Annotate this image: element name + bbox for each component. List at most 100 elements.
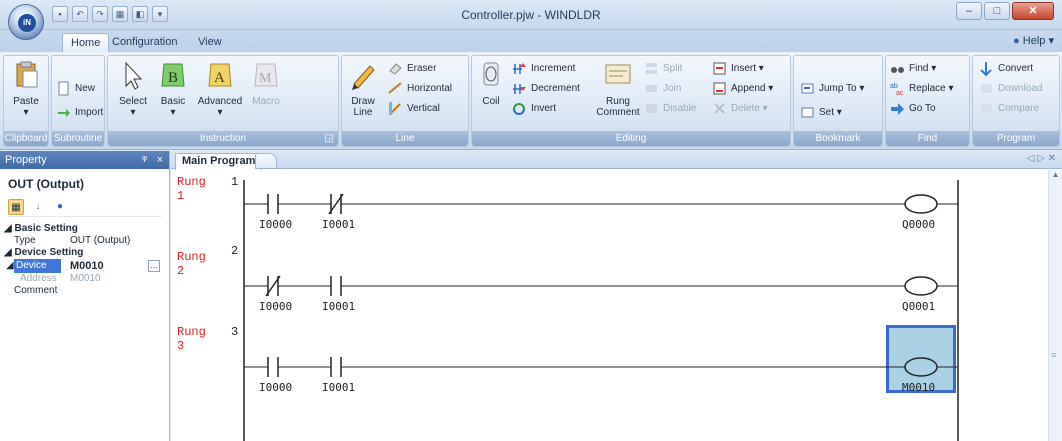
new-page-icon	[58, 81, 69, 96]
type-row: Type OUT (Output)	[14, 235, 131, 246]
advanced-button[interactable]: A Advanced ▾	[196, 60, 244, 118]
compare-icon	[981, 104, 992, 113]
coil-button[interactable]: Coil	[476, 60, 506, 107]
contact-label[interactable]: I0000	[259, 218, 292, 231]
group-title: Subroutine	[52, 131, 104, 146]
alphabetical-sort-icon[interactable]: ↓	[30, 199, 46, 215]
eraser-button[interactable]: Eraser	[388, 60, 436, 77]
download-button[interactable]: Download	[979, 80, 1042, 97]
svg-text:ac: ac	[896, 90, 904, 96]
contact-label[interactable]: I0001	[322, 218, 355, 231]
set-bookmark-button[interactable]: Set ▾	[800, 104, 842, 121]
svg-text:B: B	[168, 70, 178, 86]
tab-home[interactable]: Home	[62, 33, 110, 52]
jump-to-button[interactable]: Jump To ▾	[800, 80, 864, 97]
categorized-icon[interactable]: ▦	[8, 198, 24, 215]
new-button[interactable]: New	[56, 80, 95, 97]
vertical-line-icon	[389, 102, 401, 115]
group-title: Line	[342, 131, 468, 146]
property-panel: Property ᵠ × OUT (Output) ▦ ↓ ● ◢ Basic …	[0, 151, 170, 441]
vertical-line-button[interactable]: Vertical	[388, 100, 440, 117]
delete-button[interactable]: Delete ▾	[712, 100, 768, 117]
application-button[interactable]: iN	[8, 4, 44, 40]
horizontal-line-button[interactable]: Horizontal	[388, 80, 452, 97]
basic-setting-category[interactable]: ◢ Basic Setting	[0, 223, 169, 235]
group-title: Editing	[472, 131, 790, 146]
coil-icon	[483, 62, 499, 86]
convert-button[interactable]: Convert	[979, 60, 1033, 77]
replace-button[interactable]: ab ac Replace ▾	[890, 80, 954, 97]
contact-label[interactable]: I0001	[322, 300, 355, 313]
property-panel-header: Property ᵠ ×	[0, 151, 169, 169]
selected-item-title: OUT (Output)	[8, 177, 84, 191]
import-icon	[58, 109, 70, 117]
import-button[interactable]: Import	[56, 104, 103, 121]
scroll-up-icon[interactable]: ▲	[1049, 170, 1062, 179]
device-setting-category[interactable]: ◢ Device Setting	[0, 247, 169, 259]
binoculars-icon	[891, 67, 904, 73]
ellipsis-button[interactable]: …	[148, 260, 160, 272]
device-row[interactable]: ◢ Device M0010…	[0, 259, 169, 273]
find-button[interactable]: Find ▾	[890, 60, 936, 77]
macro-button[interactable]: M Macro	[248, 60, 284, 107]
group-find: Find ▾ ab ac Replace ▾ Go To Find	[885, 55, 970, 147]
group-title: Clipboard	[4, 131, 48, 146]
tab-main-program[interactable]: Main Program	[175, 153, 263, 170]
property-toolbar: ▦ ↓ ●	[8, 197, 161, 217]
replace-icon: abac	[890, 83, 904, 96]
rung-comment-icon	[605, 64, 631, 84]
contact-label[interactable]: I0000	[259, 300, 292, 313]
go-to-arrow-icon	[891, 103, 904, 115]
svg-text:ab: ab	[890, 83, 898, 90]
jump-to-icon	[801, 83, 814, 94]
decrement-button[interactable]: Decrement	[512, 80, 580, 97]
coil-label[interactable]: M0010	[902, 381, 935, 394]
rung-comment-button[interactable]: Rung Comment	[596, 60, 640, 118]
join-button[interactable]: Join	[644, 80, 681, 97]
select-button[interactable]: Select ▾	[116, 60, 150, 118]
vertical-scrollbar[interactable]: ▲ ≡	[1048, 170, 1062, 441]
pin-icon[interactable]: ᵠ	[142, 151, 147, 169]
basic-button[interactable]: B Basic ▾	[156, 60, 190, 118]
document-tabs: Main Program ◁ ▷ ✕	[171, 151, 1062, 170]
paste-button[interactable]: Paste ▾	[8, 60, 44, 118]
contact-label[interactable]: I0001	[322, 381, 355, 394]
disable-button[interactable]: Disable	[644, 100, 696, 117]
insert-button[interactable]: Insert ▾	[712, 60, 764, 77]
close-button[interactable]: ✕	[1012, 2, 1054, 20]
scroll-grip[interactable]: ≡	[1051, 350, 1060, 360]
help-button[interactable]: ● Help ▾	[1013, 34, 1054, 47]
compare-button[interactable]: Compare	[979, 100, 1039, 117]
contact-label[interactable]: I0000	[259, 381, 292, 394]
minimize-button[interactable]: –	[956, 2, 982, 20]
append-button[interactable]: Append ▾	[712, 80, 773, 97]
windldr-logo-icon: iN	[18, 14, 36, 32]
convert-icon	[980, 62, 992, 76]
close-icon[interactable]: ×	[157, 151, 163, 169]
group-clipboard: Paste ▾ Clipboard	[3, 55, 49, 147]
disable-icon	[646, 104, 657, 113]
tab-navigation[interactable]: ◁ ▷ ✕	[1027, 153, 1056, 164]
maximize-button[interactable]: □	[984, 2, 1010, 20]
help-icon[interactable]: ●	[52, 199, 68, 215]
increment-button[interactable]: Increment	[512, 60, 575, 77]
rung-2	[244, 275, 958, 297]
group-title: Instruction ◲	[108, 131, 338, 146]
decrement-icon	[513, 84, 526, 94]
bookmark-set-icon	[801, 107, 814, 118]
title-bar: iN ▪ ↶ ↷ ▦ ◧ ▾ Controller.pjw - WINDLDR …	[0, 0, 1062, 40]
tab-view[interactable]: View	[190, 33, 230, 52]
group-program: Convert Download Compare Program	[972, 55, 1060, 147]
go-to-button[interactable]: Go To	[890, 100, 936, 117]
invert-button[interactable]: Invert	[512, 100, 556, 117]
tab-configuration[interactable]: Configuration	[104, 33, 185, 52]
new-tab-button[interactable]	[255, 153, 277, 169]
dialog-launcher-icon[interactable]: ◲	[325, 131, 334, 146]
split-button[interactable]: Split	[644, 60, 682, 77]
coil-label[interactable]: Q0001	[902, 300, 935, 313]
draw-line-button[interactable]: Draw Line	[346, 60, 380, 118]
group-title: Program	[973, 131, 1059, 146]
pencil-icon	[352, 65, 375, 90]
coil-label[interactable]: Q0000	[902, 218, 935, 231]
comment-row[interactable]: Comment	[0, 285, 169, 297]
